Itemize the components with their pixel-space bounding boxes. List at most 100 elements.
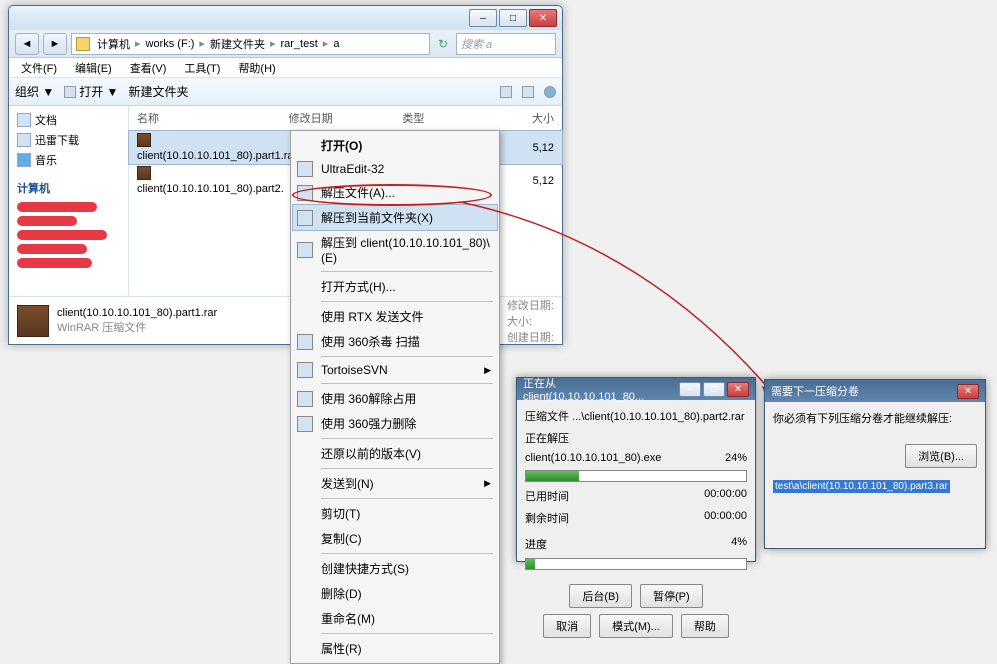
file-progress-bar: [525, 470, 747, 482]
ctx-item[interactable]: 重命名(M): [293, 606, 497, 631]
dialog-titlebar: 正在从 client(10.10.10.101_80... – □ ✕: [517, 378, 755, 400]
dialog-titlebar: 需要下一压缩分卷 ✕: [765, 380, 985, 402]
ctx-item[interactable]: TortoiseSVN▶: [293, 359, 497, 381]
menu-view[interactable]: 查看(V): [122, 58, 175, 78]
remain-time: 00:00:00: [704, 510, 747, 526]
organize-button[interactable]: 组织 ▼: [15, 83, 54, 100]
remain-label: 剩余时间: [525, 510, 569, 526]
archive-label: 压缩文件 ...\client(10.10.10.101_80).part2.r…: [525, 408, 747, 424]
details-filename: client(10.10.10.101_80).part1.rar: [57, 307, 217, 319]
menu-icon: [297, 391, 313, 407]
details-filetype: WinRAR 压缩文件: [57, 319, 217, 335]
redacted: [17, 230, 107, 240]
col-size[interactable]: 大小: [501, 110, 554, 126]
menu-edit[interactable]: 编辑(E): [67, 58, 120, 78]
minimize-button[interactable]: –: [679, 382, 701, 397]
menu-tools[interactable]: 工具(T): [176, 58, 228, 78]
titlebar: – □ ✕: [9, 6, 562, 30]
maximize-button[interactable]: □: [499, 9, 527, 27]
ctx-item[interactable]: 属性(R): [293, 636, 497, 661]
help-icon[interactable]: [544, 86, 556, 98]
menu-help[interactable]: 帮助(H): [230, 58, 283, 78]
nav-downloads[interactable]: 迅雷下载: [13, 130, 124, 150]
cancel-button[interactable]: 取消: [543, 614, 591, 638]
menu-icon: [297, 242, 313, 258]
redacted: [17, 216, 77, 226]
background-button[interactable]: 后台(B): [569, 584, 632, 608]
ctx-item[interactable]: UltraEdit-32: [293, 158, 497, 180]
menubar: 文件(F) 编辑(E) 查看(V) 工具(T) 帮助(H): [9, 58, 562, 78]
browse-button[interactable]: 浏览(B)...: [905, 444, 977, 468]
dialog-title: 正在从 client(10.10.10.101_80...: [523, 375, 679, 403]
rar-icon: [137, 166, 151, 180]
volume-message: 你必须有下列压缩分卷才能继续解压:: [773, 410, 977, 426]
ctx-item[interactable]: 复制(C): [293, 526, 497, 551]
volume-path[interactable]: test\a\client(10.10.10.101_80).part3.rar: [773, 480, 950, 493]
ctx-item[interactable]: 使用 RTX 发送文件: [293, 304, 497, 329]
ctx-item[interactable]: 使用 360解除占用: [293, 386, 497, 411]
nav-music[interactable]: 音乐: [13, 150, 124, 170]
column-headers[interactable]: 名称 修改日期 类型 大小: [129, 106, 562, 131]
file-percent: 24%: [725, 452, 747, 464]
folder-icon: [76, 37, 90, 51]
elapsed-time: 00:00:00: [704, 488, 747, 504]
documents-icon: [17, 113, 31, 127]
elapsed-label: 已用时间: [525, 488, 569, 504]
open-button[interactable]: 打开 ▼: [64, 83, 118, 100]
rar-icon: [64, 86, 76, 98]
crumb-folder1[interactable]: 新建文件夹: [207, 36, 268, 52]
crumb-computer[interactable]: 计算机: [94, 36, 133, 52]
mode-button[interactable]: 模式(M)...: [599, 614, 673, 638]
nav-documents[interactable]: 文档: [13, 110, 124, 130]
menu-icon: [297, 185, 313, 201]
total-percent: 4%: [731, 536, 747, 552]
ctx-item[interactable]: 剪切(T): [293, 501, 497, 526]
ctx-item[interactable]: 打开(O): [293, 133, 497, 158]
new-folder-button[interactable]: 新建文件夹: [128, 83, 188, 100]
crumb-folder2[interactable]: rar_test: [277, 38, 320, 50]
ctx-item[interactable]: 解压文件(A)...: [293, 180, 497, 205]
pause-button[interactable]: 暂停(P): [640, 584, 703, 608]
ctx-item[interactable]: 打开方式(H)...: [293, 274, 497, 299]
menu-icon: [297, 362, 313, 378]
col-date[interactable]: 修改日期: [289, 110, 403, 126]
preview-icon[interactable]: [522, 86, 534, 98]
ctx-item[interactable]: 发送到(N)▶: [293, 471, 497, 496]
redacted: [17, 202, 97, 212]
rar-icon: [137, 133, 151, 147]
close-button[interactable]: ✕: [529, 9, 557, 27]
forward-button[interactable]: ►: [43, 33, 67, 55]
menu-file[interactable]: 文件(F): [13, 58, 65, 78]
crumb-drive[interactable]: works (F:): [143, 38, 198, 50]
ctx-item[interactable]: 还原以前的版本(V): [293, 441, 497, 466]
context-menu: 打开(O)UltraEdit-32解压文件(A)...解压到当前文件夹(X)解压…: [290, 130, 500, 664]
ctx-item[interactable]: 删除(D): [293, 581, 497, 606]
breadcrumb[interactable]: 计算机▸ works (F:)▸ 新建文件夹▸ rar_test▸ a: [71, 33, 430, 55]
search-input[interactable]: 搜索 a: [456, 33, 556, 55]
toolbar: 组织 ▼ 打开 ▼ 新建文件夹: [9, 78, 562, 106]
next-volume-dialog: 需要下一压缩分卷 ✕ 你必须有下列压缩分卷才能继续解压: 浏览(B)... te…: [764, 379, 986, 549]
ctx-item[interactable]: 解压到当前文件夹(X): [293, 205, 497, 230]
view-icon[interactable]: [500, 86, 512, 98]
menu-icon: [297, 334, 313, 350]
ctx-item[interactable]: 创建快捷方式(S): [293, 556, 497, 581]
ctx-item[interactable]: 解压到 client(10.10.10.101_80)\(E): [293, 230, 497, 269]
dialog-title: 需要下一压缩分卷: [771, 383, 859, 399]
redacted: [17, 258, 92, 268]
crumb-current[interactable]: a: [330, 38, 342, 50]
minimize-button[interactable]: –: [469, 9, 497, 27]
col-name[interactable]: 名称: [137, 110, 289, 126]
total-progress-bar: [525, 558, 747, 570]
ctx-item[interactable]: 使用 360杀毒 扫描: [293, 329, 497, 354]
help-button[interactable]: 帮助: [681, 614, 729, 638]
menu-icon: [297, 161, 313, 177]
ctx-item[interactable]: 使用 360强力删除: [293, 411, 497, 436]
col-type[interactable]: 类型: [402, 110, 501, 126]
refresh-icon[interactable]: ↻: [434, 37, 452, 51]
close-button[interactable]: ✕: [727, 382, 749, 397]
maximize-button[interactable]: □: [703, 382, 725, 397]
close-button[interactable]: ✕: [957, 384, 979, 399]
menu-icon: [297, 416, 313, 432]
back-button[interactable]: ◄: [15, 33, 39, 55]
nav-computer[interactable]: 计算机: [13, 178, 124, 198]
